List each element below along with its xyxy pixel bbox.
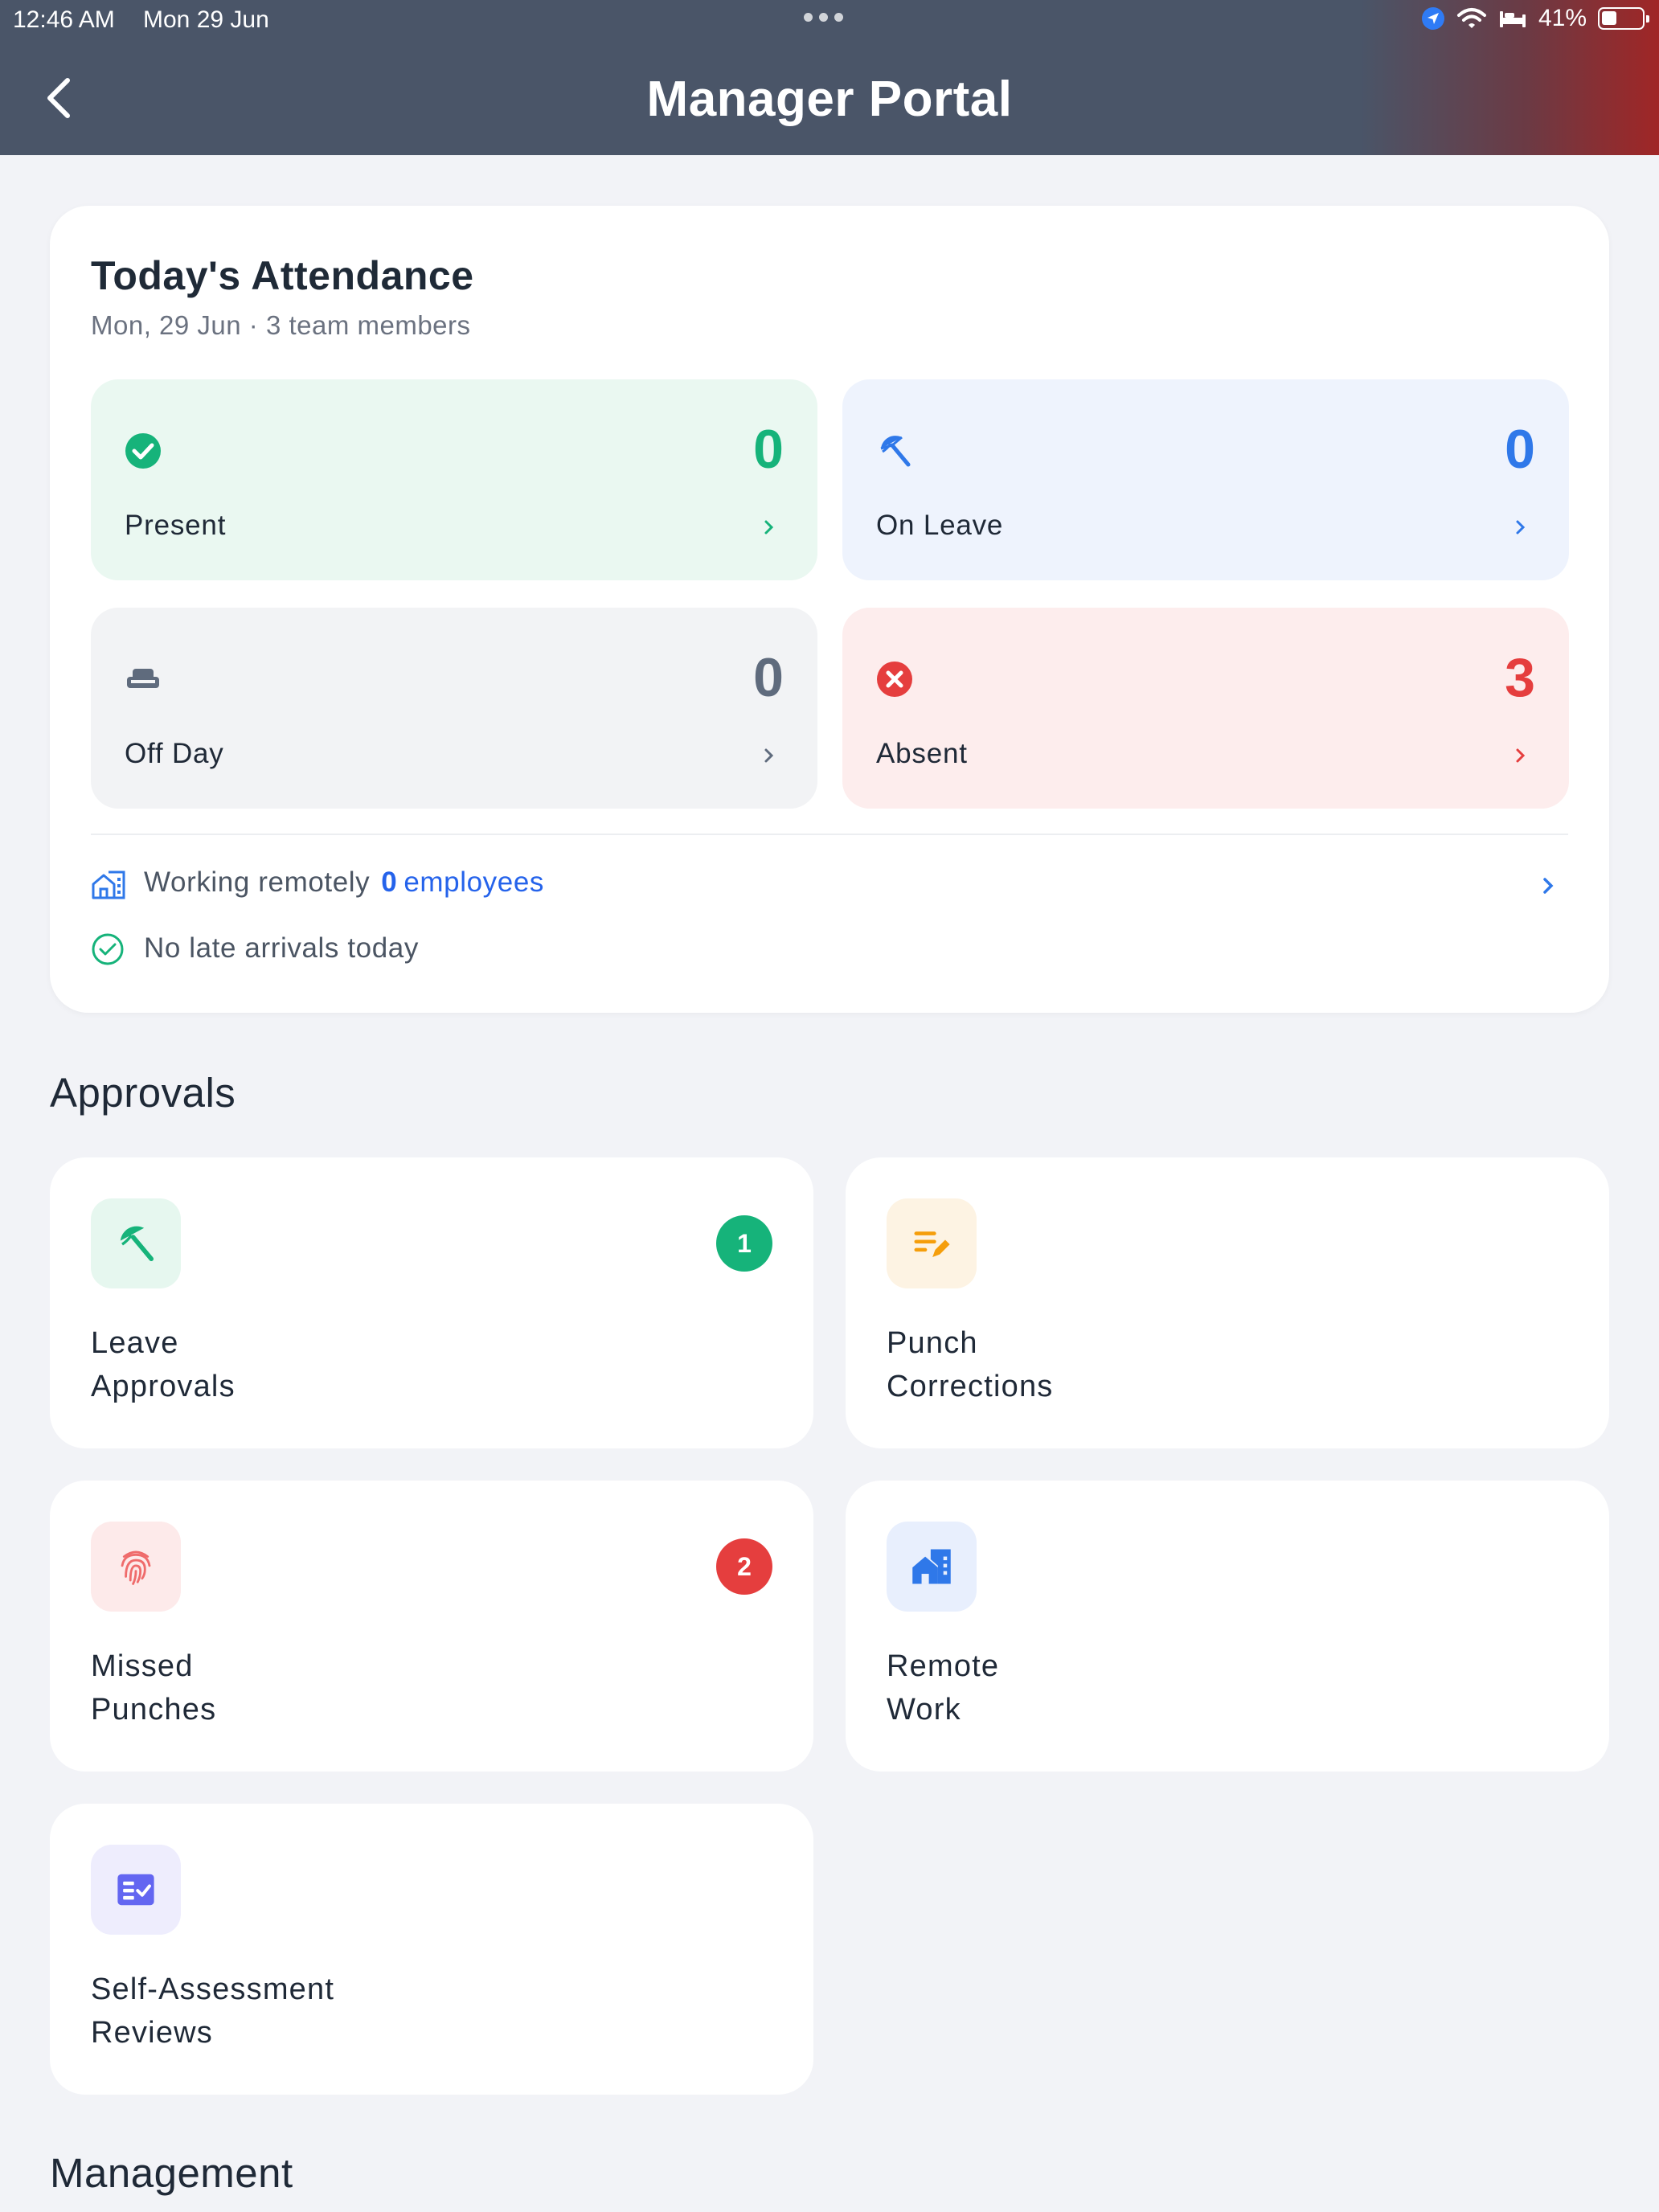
on-leave-tile[interactable]: 0 On Leave (842, 379, 1569, 580)
on-leave-label: On Leave (876, 510, 1004, 541)
home-work-icon (887, 1522, 977, 1612)
attendance-subtitle: Mon, 29 Jun · 3 team members (91, 310, 471, 340)
leave-approvals-card[interactable]: 1 Leave Approvals (50, 1157, 813, 1448)
remote-work-card[interactable]: Remote Work (846, 1481, 1609, 1772)
fingerprint-icon (91, 1522, 181, 1612)
divider (91, 834, 1568, 835)
working-remotely-row[interactable]: Working remotely 0 employees (91, 857, 1568, 913)
page-title: Manager Portal (646, 72, 1013, 127)
label-line: Leave (91, 1326, 179, 1360)
label-line: Approvals (91, 1370, 236, 1403)
remote-work-label: Remote Work (887, 1645, 999, 1731)
umbrella-icon (91, 1198, 181, 1288)
label-line: Reviews (91, 2016, 213, 2050)
off-day-tile[interactable]: 0 Off Day (91, 608, 817, 809)
check-circle-icon (125, 433, 161, 469)
management-heading: Management (50, 2150, 293, 2196)
missed-punches-badge: 2 (716, 1538, 772, 1595)
app-header: 12:46 AM Mon 29 Jun 41% Manager Portal (0, 0, 1659, 155)
missed-punches-label: Missed Punches (91, 1645, 216, 1731)
absent-label: Absent (876, 738, 968, 769)
attendance-title: Today's Attendance (91, 253, 474, 298)
punch-corrections-label: Punch Corrections (887, 1321, 1054, 1408)
umbrella-icon (880, 436, 911, 467)
leave-approvals-label: Leave Approvals (91, 1321, 236, 1408)
status-time: 12:46 AM (13, 6, 115, 33)
checklist-icon (91, 1845, 181, 1935)
label-line: Corrections (887, 1370, 1054, 1403)
self-assessment-reviews-label: Self-Assessment Reviews (91, 1968, 334, 2054)
label-line: Remote (887, 1649, 1000, 1683)
chevron-right-icon (1543, 878, 1554, 894)
leave-approvals-badge: 1 (716, 1215, 772, 1272)
late-arrivals-label: No late arrivals today (144, 932, 419, 964)
label-line: Missed (91, 1649, 194, 1683)
status-bar: 12:46 AM Mon 29 Jun 41% (0, 0, 1659, 40)
absent-count: 3 (1505, 647, 1535, 708)
label-line: Work (887, 1693, 961, 1727)
missed-punches-card[interactable]: 2 Missed Punches (50, 1481, 813, 1772)
multitasking-dots[interactable] (804, 13, 843, 22)
battery-percent: 41% (1538, 5, 1587, 31)
battery-icon (1598, 7, 1649, 30)
present-count: 0 (753, 419, 784, 480)
off-day-count: 0 (753, 647, 784, 708)
check-circle-outline-icon (92, 933, 124, 965)
remote-unit: employees (403, 866, 545, 898)
attendance-card: Today's Attendance Mon, 29 Jun · 3 team … (50, 206, 1609, 1013)
chevron-right-icon (1516, 520, 1526, 535)
edit-list-icon (887, 1198, 977, 1288)
label-line: Punch (887, 1326, 978, 1360)
chevron-right-icon (1516, 748, 1526, 763)
sleep-mode-icon (1499, 11, 1526, 27)
status-icons: 41% (1421, 5, 1649, 32)
label-line: Self-Assessment (91, 1972, 335, 2006)
present-tile[interactable]: 0 Present (91, 379, 817, 580)
chevron-right-icon (764, 520, 774, 535)
on-leave-count: 0 (1505, 419, 1535, 480)
absent-tile[interactable]: 3 Absent (842, 608, 1569, 809)
punch-corrections-card[interactable]: Punch Corrections (846, 1157, 1609, 1448)
working-remotely-label: Working remotely (144, 866, 371, 898)
location-icon (1421, 7, 1444, 30)
sofa-icon (127, 669, 159, 688)
home-work-icon (92, 870, 125, 899)
approvals-heading: Approvals (50, 1070, 236, 1116)
present-label: Present (125, 510, 227, 541)
label-line: Punches (91, 1693, 217, 1727)
self-assessment-reviews-card[interactable]: Self-Assessment Reviews (50, 1804, 813, 2095)
off-day-label: Off Day (125, 738, 224, 769)
status-date: Mon 29 Jun (143, 6, 269, 33)
chevron-right-icon (764, 748, 774, 763)
wifi-icon (1456, 8, 1486, 28)
remote-count: 0 (381, 866, 398, 898)
x-circle-icon (877, 662, 912, 697)
